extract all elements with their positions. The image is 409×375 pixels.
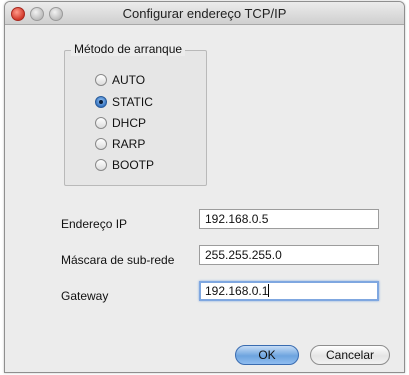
radio-rarp[interactable]: RARP [95,136,145,152]
dialog-window: Configurar endereço TCP/IP Método de arr… [4,1,405,373]
radio-bootp[interactable]: BOOTP [95,157,154,173]
subnet-mask-label: Máscara de sub-rede [61,253,175,267]
text-caret [268,284,270,297]
ok-button[interactable]: OK [235,345,299,365]
gateway-label: Gateway [61,289,109,303]
radio-dhcp[interactable]: DHCP [95,115,146,131]
radio-static[interactable]: STATIC [95,94,153,110]
window-title: Configurar endereço TCP/IP [122,6,287,21]
radio-label: DHCP [112,116,147,130]
ip-address-label: Endereço IP [61,217,128,231]
boot-method-legend: Método de arranque [71,42,186,56]
gateway-value: 192.168.0.1 [205,284,269,298]
ip-address-field[interactable]: 192.168.0.5 [199,209,379,229]
radio-selected-icon [95,96,107,108]
radio-button-icon [95,74,107,86]
subnet-mask-field[interactable]: 255.255.255.0 [199,245,379,265]
title-bar: Configurar endereço TCP/IP [5,2,404,25]
cancel-button[interactable]: Cancelar [310,345,390,365]
radio-label: AUTO [112,73,146,87]
gateway-field[interactable]: 192.168.0.1 [199,281,379,301]
radio-button-icon [95,117,107,129]
radio-auto[interactable]: AUTO [95,72,145,88]
radio-label: BOOTP [112,158,155,172]
radio-button-icon [95,159,107,171]
radio-label: STATIC [112,95,153,109]
radio-button-icon [95,138,107,150]
radio-label: RARP [112,137,146,151]
